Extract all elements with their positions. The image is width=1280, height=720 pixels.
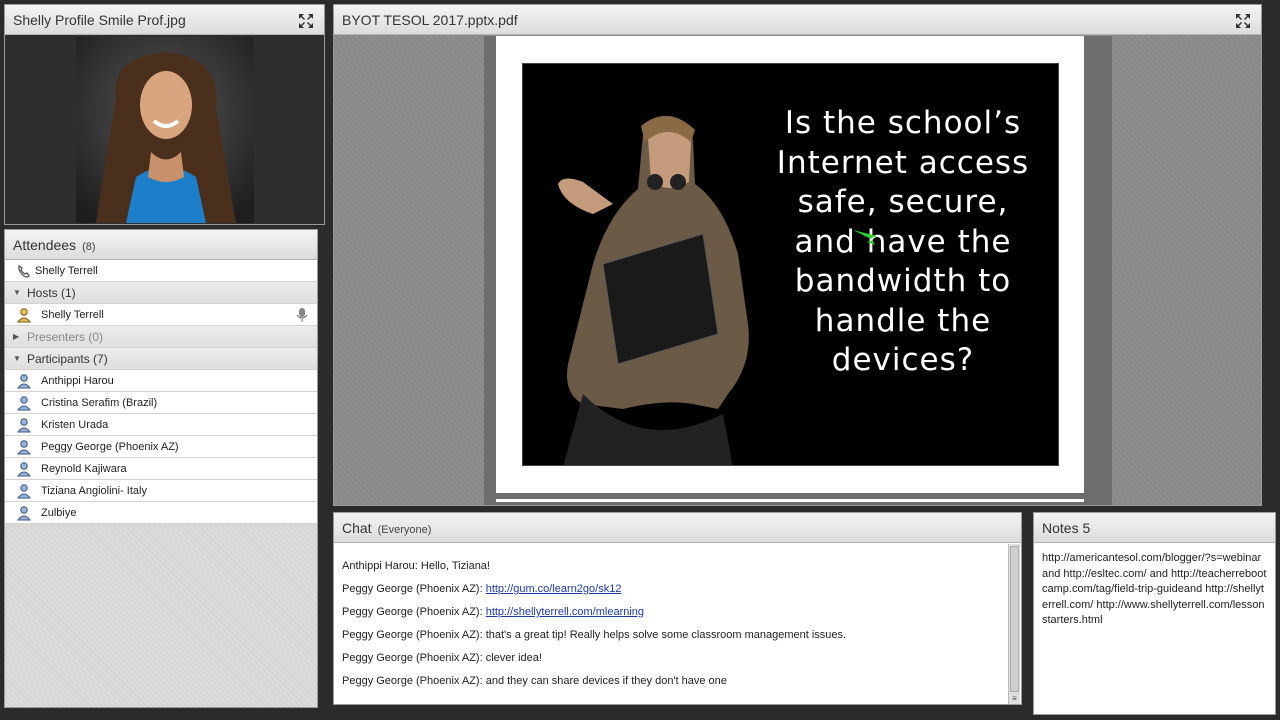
chat-sender: Anthippi Harou: bbox=[342, 560, 418, 572]
participants-group-label: Participants (7) bbox=[27, 352, 108, 366]
participant-name: Reynold Kajiwara bbox=[41, 463, 127, 475]
participant-name: Tiziana Angiolini- Italy bbox=[41, 485, 147, 497]
slide-text-line: Internet access bbox=[776, 144, 1030, 181]
participant-row[interactable]: Kristen Urada bbox=[5, 414, 317, 436]
attendees-empty-area bbox=[5, 526, 317, 707]
chat-message: Peggy George (Phoenix AZ): and they can … bbox=[342, 673, 1007, 696]
slide-text-line: bandwidth to bbox=[794, 263, 1012, 299]
participant-user-icon bbox=[16, 506, 32, 521]
fullscreen-icon[interactable] bbox=[298, 13, 314, 29]
hosts-group-header[interactable]: ▼ Hosts (1) bbox=[5, 282, 317, 304]
participant-user-icon bbox=[16, 462, 32, 477]
participant-row[interactable]: Cristina Serafim (Brazil) bbox=[5, 392, 317, 414]
camera-pod: Shelly Profile Smile Prof.jpg bbox=[4, 4, 325, 225]
chat-messages: Anthippi Harou: Hello, Tiziana! Peggy Ge… bbox=[334, 544, 1007, 704]
phone-icon bbox=[18, 264, 30, 278]
camera-pod-title-bar: Shelly Profile Smile Prof.jpg bbox=[5, 5, 324, 35]
chat-scrollbar[interactable]: ≡ bbox=[1008, 544, 1020, 704]
chat-sender: Peggy George (Phoenix AZ): bbox=[342, 652, 483, 664]
current-user-name: Shelly Terrell bbox=[35, 265, 98, 277]
participant-name: Peggy George (Phoenix AZ) bbox=[41, 441, 179, 453]
share-pod-title-bar: BYOT TESOL 2017.pptx.pdf bbox=[334, 5, 1261, 35]
hosts-group-label: Hosts (1) bbox=[27, 286, 76, 300]
slide-text-line: devices? bbox=[831, 342, 975, 378]
chat-link[interactable]: http://shellyterrell.com/mlearning bbox=[486, 606, 644, 618]
notes-text[interactable]: http://americantesol.com/blogger/?s=webi… bbox=[1042, 551, 1267, 629]
presenters-group-header[interactable]: ▶ Presenters (0) bbox=[5, 326, 317, 348]
participant-row[interactable]: Zulbiye bbox=[5, 502, 317, 524]
chat-pod: Chat (Everyone) Anthippi Harou: Hello, Ti… bbox=[333, 512, 1022, 705]
chat-sender: Peggy George (Phoenix AZ): bbox=[342, 583, 483, 595]
notes-pod: Notes 5 http://americantesol.com/blogger… bbox=[1033, 512, 1276, 715]
chat-sender: Peggy George (Phoenix AZ): bbox=[342, 629, 483, 641]
slide-text-line: handle the bbox=[814, 302, 992, 339]
chat-text: clever idea! bbox=[485, 652, 542, 664]
participant-row[interactable]: Peggy George (Phoenix AZ) bbox=[5, 436, 317, 458]
presenters-group-label: Presenters (0) bbox=[27, 330, 104, 344]
participant-name: Cristina Serafim (Brazil) bbox=[41, 397, 158, 409]
slide-text-line: and have the bbox=[794, 223, 1012, 260]
slide-text-line: safe, secure, bbox=[797, 184, 1009, 220]
participant-name: Kristen Urada bbox=[41, 419, 109, 431]
expanded-triangle-icon: ▼ bbox=[13, 354, 21, 363]
chat-text: Hello, Tiziana! bbox=[420, 560, 490, 572]
scroll-menu-icon[interactable]: ≡ bbox=[1009, 694, 1020, 704]
participants-group-header[interactable]: ▼ Participants (7) bbox=[5, 348, 317, 370]
current-user-row[interactable]: Shelly Terrell bbox=[5, 260, 317, 282]
host-user-icon bbox=[16, 308, 32, 323]
participant-row[interactable]: Reynold Kajiwara bbox=[5, 458, 317, 480]
share-pod: BYOT TESOL 2017.pptx.pdf Is the school’s… bbox=[333, 4, 1262, 506]
microphone-icon bbox=[296, 308, 308, 322]
participant-user-icon bbox=[16, 440, 32, 455]
pointer-arrow-icon bbox=[853, 230, 877, 245]
participant-user-icon bbox=[16, 484, 32, 499]
attendees-title: Attendees bbox=[13, 237, 77, 253]
slide-text: Is the school’s Internet access safe, se… bbox=[763, 104, 1043, 381]
chat-text: that's a great tip! Really helps solve s… bbox=[485, 629, 847, 641]
chat-message: Anthippi Harou: Hello, Tiziana! bbox=[342, 558, 1007, 581]
host-name: Shelly Terrell bbox=[41, 309, 104, 321]
expanded-triangle-icon: ▼ bbox=[13, 288, 21, 297]
participant-row[interactable]: Anthippi Harou bbox=[5, 370, 317, 392]
camera-pod-title: Shelly Profile Smile Prof.jpg bbox=[13, 12, 186, 28]
attendees-pod: Attendees (8) Shelly Terrell ▼ Hosts (1) … bbox=[4, 229, 318, 708]
host-row[interactable]: Shelly Terrell bbox=[5, 304, 317, 326]
chat-text: and they can share devices if they don't… bbox=[485, 675, 727, 687]
chat-message: Peggy George (Phoenix AZ): http://gum.co… bbox=[342, 581, 1007, 604]
notes-pod-title-bar: Notes 5 bbox=[1034, 513, 1275, 543]
chat-sender: Peggy George (Phoenix AZ): bbox=[342, 606, 483, 618]
participant-name: Anthippi Harou bbox=[41, 375, 114, 387]
chat-message: Peggy George (Phoenix AZ): http://shelly… bbox=[342, 604, 1007, 627]
attendees-count: (8) bbox=[82, 241, 96, 253]
collapsed-triangle-icon: ▶ bbox=[13, 332, 20, 341]
chat-link[interactable]: http://gum.co/learn2go/sk12 bbox=[486, 583, 622, 595]
chat-scope[interactable]: (Everyone) bbox=[378, 524, 432, 536]
next-slide-edge bbox=[496, 499, 1084, 502]
chat-scroll-thumb[interactable] bbox=[1010, 546, 1019, 692]
notes-pod-title: Notes 5 bbox=[1042, 520, 1091, 536]
participant-user-icon bbox=[16, 374, 32, 389]
participant-user-icon bbox=[16, 418, 32, 433]
slide-text-line: Is the school’s bbox=[784, 105, 1022, 141]
fullscreen-icon[interactable] bbox=[1235, 13, 1251, 29]
chat-message: Peggy George (Phoenix AZ): that's a grea… bbox=[342, 627, 1007, 650]
chat-sender: Peggy George (Phoenix AZ): bbox=[342, 675, 483, 687]
chat-message: Peggy George (Phoenix AZ): clever idea! bbox=[342, 650, 1007, 673]
participant-user-icon bbox=[16, 396, 32, 411]
profile-photo bbox=[76, 37, 254, 223]
participant-row[interactable]: Tiziana Angiolini- Italy bbox=[5, 480, 317, 502]
attendees-header: Attendees (8) bbox=[5, 230, 317, 260]
chat-pod-title-bar: Chat (Everyone) bbox=[334, 513, 1021, 543]
slide-content: Is the school’s Internet access safe, se… bbox=[522, 63, 1059, 466]
participant-name: Zulbiye bbox=[41, 507, 77, 519]
share-pod-title: BYOT TESOL 2017.pptx.pdf bbox=[342, 12, 518, 28]
chat-pod-title: Chat bbox=[342, 520, 372, 536]
